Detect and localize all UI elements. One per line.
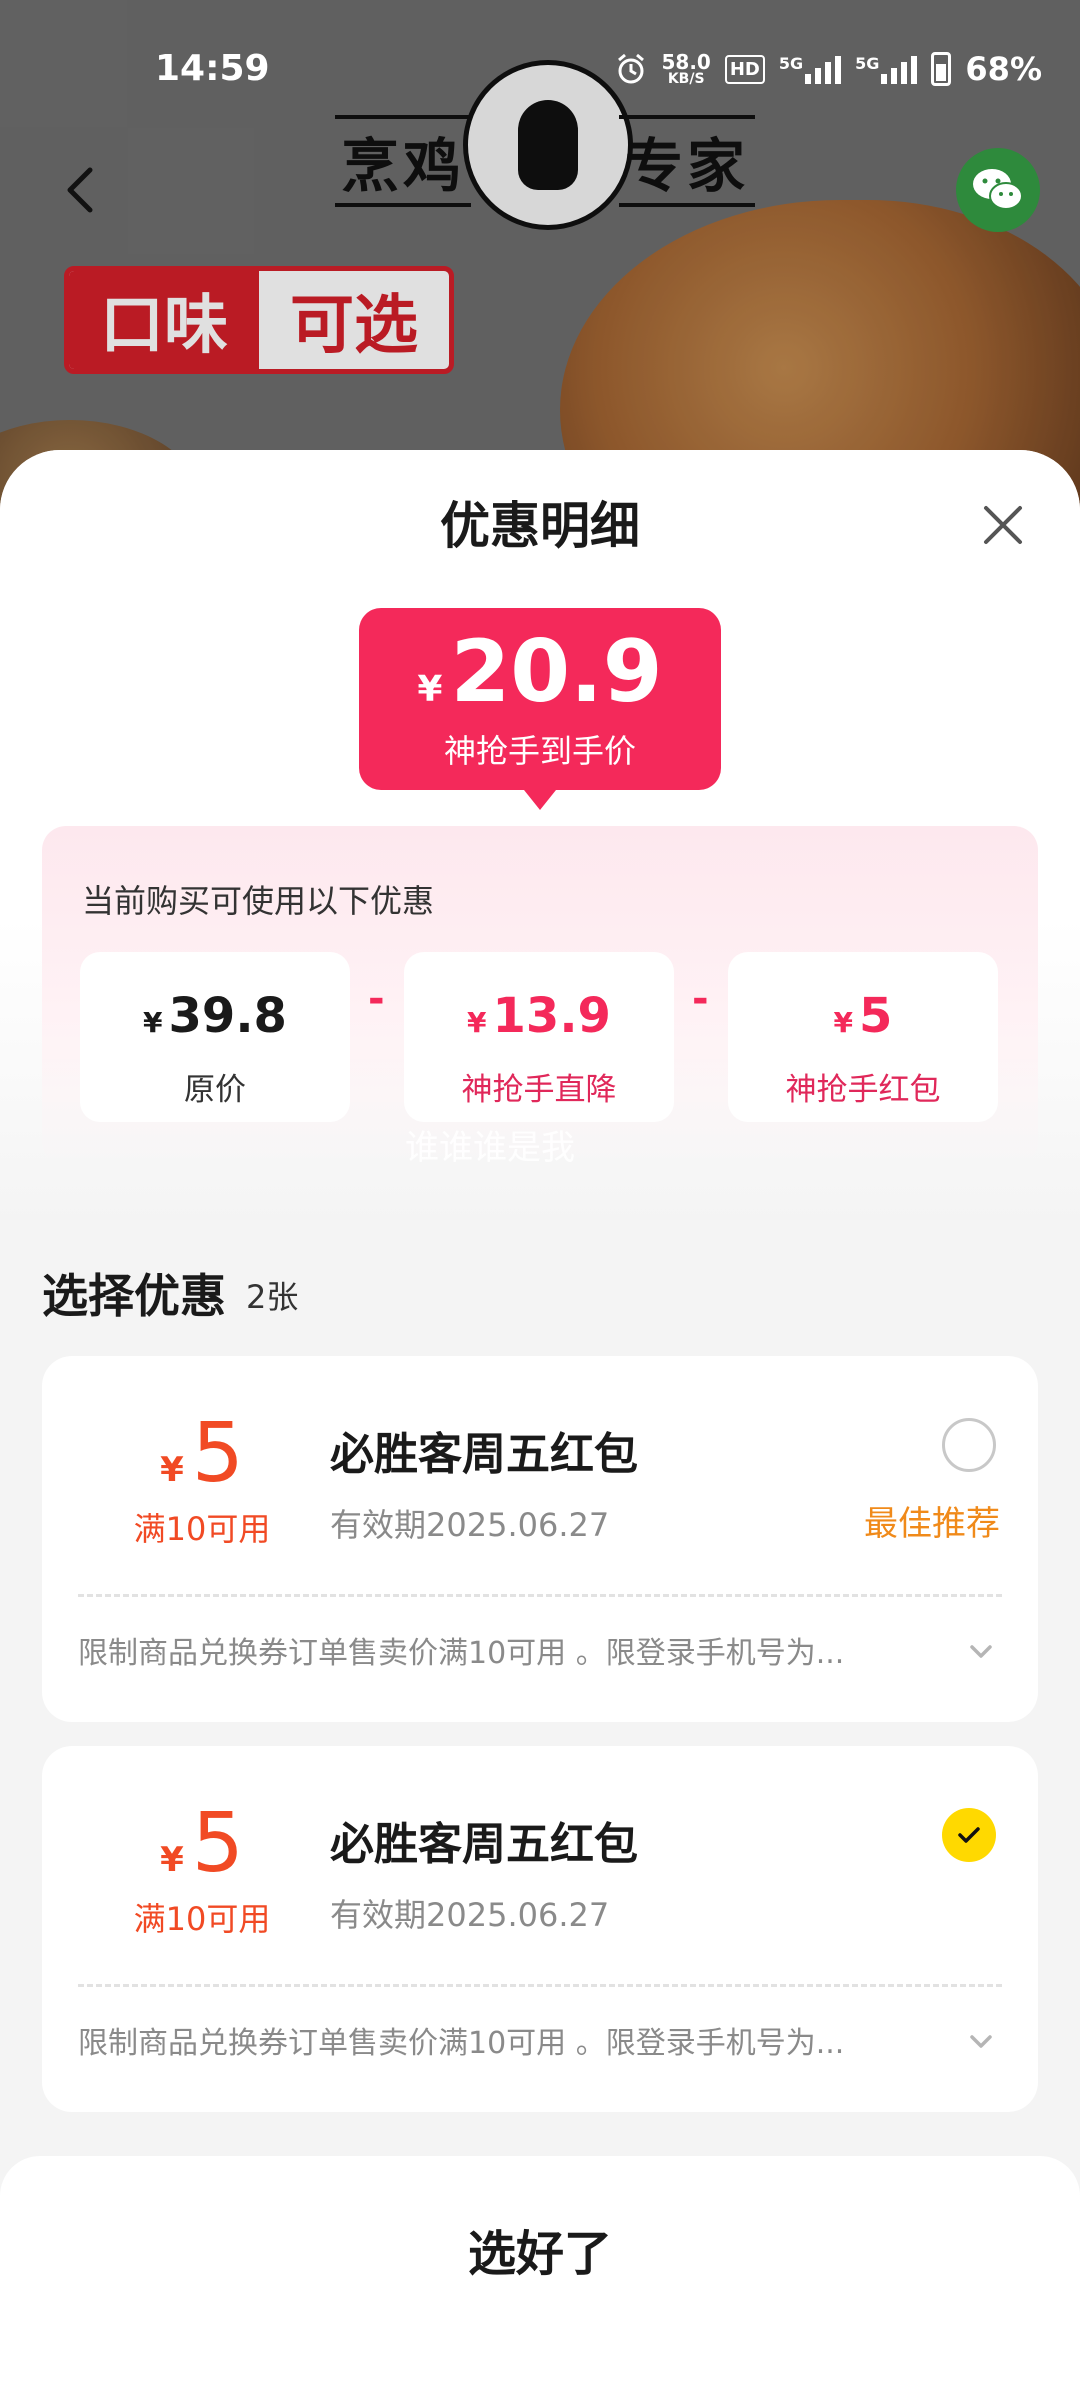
network-type-2: 5G	[855, 54, 880, 73]
original-price-card: ¥ 39.8 原价	[80, 952, 350, 1122]
direct-discount-currency: ¥	[467, 1006, 487, 1039]
wechat-share-button[interactable]	[956, 148, 1040, 232]
coupon-value: 5	[191, 1406, 244, 1501]
alarm-icon	[617, 53, 644, 84]
original-price-amount: 39.8	[168, 988, 287, 1044]
net-speed-value: 58.0	[661, 50, 711, 74]
coupon-condition: 满10可用	[133, 1510, 271, 1548]
coupon-validity: 有效期2025.06.27	[330, 1506, 610, 1544]
coupon-selected-check[interactable]	[942, 1808, 996, 1862]
direct-discount-amount: 13.9	[492, 988, 611, 1044]
expand-terms-button[interactable]	[964, 2024, 998, 2058]
choose-discount-title: 选择优惠	[42, 1269, 226, 1323]
coupon-value: 5	[191, 1796, 244, 1891]
chevron-left-icon	[67, 167, 93, 213]
coupon-card[interactable]: ¥ 5 满10可用 必胜客周五红包 有效期2025.06.27 限制商品兑换券订…	[42, 1746, 1038, 2112]
dashed-divider	[78, 1984, 1002, 1987]
coupon-validity: 有效期2025.06.27	[330, 1896, 610, 1934]
coupon-amount: ¥ 5	[102, 1796, 302, 1891]
wechat-icon	[973, 169, 1023, 210]
coupon-terms: 限制商品兑换券订单售卖价满10可用 。限登录手机号为...	[78, 2026, 845, 2061]
coupon-name: 必胜客周五红包	[330, 1819, 638, 1870]
net-speed-unit: KB/S	[667, 71, 705, 87]
network-type-1: 5G	[778, 54, 804, 73]
confirm-button[interactable]: 选好了	[0, 2214, 1080, 2284]
sheet-title: 优惠明细	[440, 497, 640, 555]
coupon-condition: 满10可用	[133, 1900, 271, 1938]
close-button[interactable]	[978, 500, 1028, 550]
red-packet-currency: ¥	[833, 1006, 854, 1039]
watermark-text: 谁谁谁是我	[405, 1128, 575, 1168]
discount-detail-sheet: 优惠明细 ¥ 20.9 神抢手到手价 当前购买可使用以下优惠 ¥ 39.8 原价…	[0, 450, 1080, 2400]
breakdown-title: 当前购买可使用以下优惠	[82, 882, 435, 920]
battery-icon	[931, 52, 952, 86]
coupon-currency: ¥	[160, 1450, 184, 1490]
minus-operator-2: -	[692, 976, 709, 1022]
signal-5g-icon-2: 5G	[855, 54, 918, 84]
coupon-select-radio[interactable]	[942, 1418, 996, 1472]
direct-discount-card: ¥ 13.9 神抢手直降	[404, 952, 674, 1122]
final-price-amount: 20.9	[450, 622, 663, 722]
best-recommend-label: 最佳推荐	[864, 1504, 1000, 1544]
coupon-amount: ¥ 5	[102, 1406, 302, 1501]
final-price-label: 神抢手到手价	[443, 732, 636, 770]
coupon-count: 2张	[246, 1278, 299, 1316]
final-price-currency: ¥	[417, 669, 443, 710]
original-price-label: 原价	[184, 1072, 246, 1108]
red-packet-card: ¥ 5 神抢手红包	[728, 952, 998, 1122]
direct-discount-label: 神抢手直降	[461, 1072, 617, 1108]
status-bar: 14:59 58.0 KB/S HD 5G 5G 68%	[0, 40, 1080, 104]
chevron-down-icon	[970, 1645, 992, 1658]
net-speed: 58.0 KB/S	[662, 52, 711, 86]
sheet-footer: 选好了	[0, 2156, 1080, 2400]
status-time: 14:59	[155, 48, 270, 89]
hd-icon: HD	[724, 54, 765, 84]
red-packet-label: 神抢手红包	[785, 1072, 941, 1108]
original-price-currency: ¥	[143, 1006, 163, 1039]
close-icon	[984, 506, 1022, 544]
chevron-down-icon	[970, 2035, 992, 2048]
coupon-name: 必胜客周五红包	[330, 1429, 638, 1480]
coupon-terms: 限制商品兑换券订单售卖价满10可用 。限登录手机号为...	[78, 1636, 845, 1671]
red-packet-amount: 5	[859, 988, 893, 1044]
coupon-currency: ¥	[160, 1840, 184, 1880]
expand-terms-button[interactable]	[964, 1634, 998, 1668]
signal-5g-icon: 5G	[778, 54, 842, 84]
battery-percent: 68%	[965, 50, 1042, 88]
dashed-divider	[78, 1594, 1002, 1597]
status-icons: 58.0 KB/S HD 5G 5G 68%	[614, 50, 1042, 88]
final-price-badge: ¥ 20.9 神抢手到手价	[359, 608, 721, 810]
coupon-card[interactable]: ¥ 5 满10可用 必胜客周五红包 有效期2025.06.27 最佳推荐 限制商…	[42, 1356, 1038, 1722]
checkmark-icon	[958, 1827, 980, 1843]
back-button[interactable]	[52, 160, 112, 220]
discount-breakdown: 当前购买可使用以下优惠 ¥ 39.8 原价 - ¥ 13.9 神抢手直降 - ¥…	[42, 826, 1038, 1166]
minus-operator-1: -	[368, 976, 385, 1022]
